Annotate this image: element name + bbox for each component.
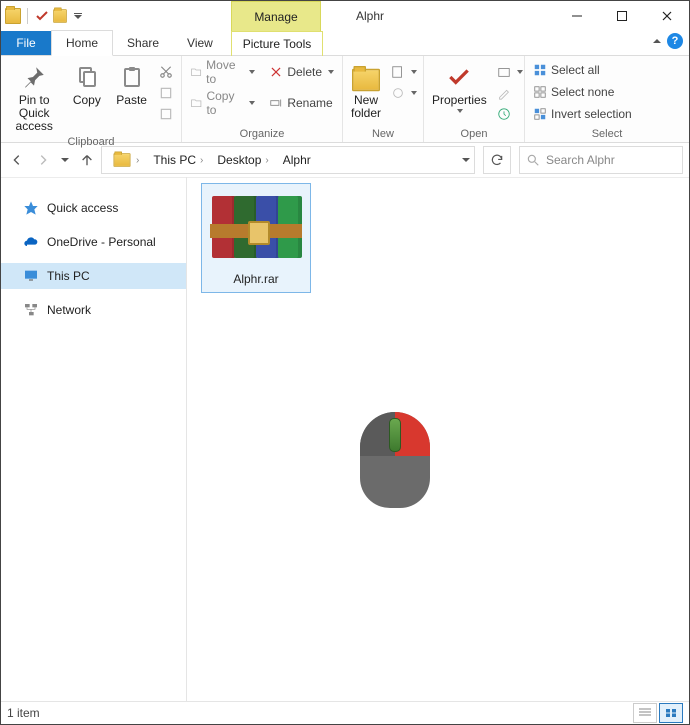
- moveto-icon: [190, 65, 202, 79]
- qat-customize-dropdown[interactable]: [70, 8, 86, 24]
- newitem-icon: [391, 65, 405, 79]
- history-button[interactable]: [495, 104, 525, 124]
- file-name-label: Alphr.rar: [206, 272, 306, 286]
- status-bar: 1 item: [1, 701, 689, 724]
- details-view-button[interactable]: [633, 703, 657, 723]
- group-label-organize: Organize: [182, 128, 342, 142]
- copy-button[interactable]: Copy: [67, 60, 106, 109]
- forward-button[interactable]: [33, 150, 53, 170]
- view-tab[interactable]: View: [173, 31, 227, 55]
- ribbon-tabstrip: File Home Share View Picture Tools ?: [1, 31, 689, 56]
- copyto-icon: [190, 96, 202, 110]
- copy-icon: [72, 62, 102, 92]
- refresh-button[interactable]: [483, 146, 511, 174]
- open-icon: [497, 65, 511, 79]
- move-to-button[interactable]: Move to: [188, 62, 257, 82]
- copy-to-button[interactable]: Copy to: [188, 93, 257, 113]
- star-icon: [23, 200, 39, 216]
- minimize-button[interactable]: [554, 1, 599, 31]
- nav-this-pc[interactable]: This PC: [1, 263, 186, 289]
- file-item-alphr-rar[interactable]: Alphr.rar: [201, 183, 311, 293]
- file-tab[interactable]: File: [1, 31, 51, 55]
- selectnone-icon: [533, 85, 547, 99]
- select-all-button[interactable]: Select all: [531, 60, 602, 80]
- qat-new-folder-icon[interactable]: [52, 8, 68, 24]
- new-folder-button[interactable]: New folder: [349, 60, 383, 122]
- edit-icon: [497, 86, 511, 100]
- collapse-ribbon-button[interactable]: [653, 39, 661, 43]
- properties-icon: [444, 62, 474, 92]
- group-label-open: Open: [424, 128, 524, 142]
- monitor-icon: [23, 268, 39, 284]
- cloud-icon: [23, 234, 39, 250]
- breadcrumb-thispc[interactable]: This PC›: [147, 147, 211, 173]
- navigation-bar: › This PC› Desktop› Alphr Search Alphr: [1, 143, 689, 178]
- navigation-pane: Quick access OneDrive - Personal This PC…: [1, 177, 187, 702]
- easyaccess-icon: [391, 86, 405, 100]
- share-tab[interactable]: Share: [113, 31, 173, 55]
- edit-button[interactable]: [495, 83, 525, 103]
- help-button[interactable]: ?: [667, 33, 683, 49]
- breadcrumb-alphr[interactable]: Alphr: [277, 147, 317, 173]
- delete-icon: [269, 65, 283, 79]
- network-icon: [23, 302, 39, 318]
- invert-icon: [533, 107, 547, 121]
- group-label-new: New: [343, 128, 423, 142]
- invert-selection-button[interactable]: Invert selection: [531, 104, 634, 124]
- back-button[interactable]: [7, 150, 27, 170]
- shortcut-icon: [159, 107, 173, 121]
- new-item-button[interactable]: [389, 62, 419, 82]
- rename-button[interactable]: Rename: [267, 93, 336, 113]
- pin-to-quick-access-button[interactable]: Pin to Quick access: [7, 60, 61, 136]
- delete-button[interactable]: Delete: [267, 62, 336, 82]
- rename-icon: [269, 96, 283, 110]
- pin-icon: [19, 62, 49, 92]
- selectall-icon: [533, 63, 547, 77]
- new-folder-icon: [351, 62, 381, 92]
- quick-access-toolbar: [1, 8, 86, 24]
- easy-access-button[interactable]: [389, 83, 419, 103]
- nav-network[interactable]: Network: [1, 297, 186, 323]
- copypath-icon: [159, 86, 173, 100]
- address-bar[interactable]: › This PC› Desktop› Alphr: [101, 146, 475, 174]
- contextual-tab-group-label: Manage: [254, 10, 297, 24]
- breadcrumb-root-icon[interactable]: ›: [106, 147, 147, 173]
- scissors-icon: [159, 65, 173, 79]
- properties-button[interactable]: Properties: [430, 60, 489, 115]
- recent-locations-button[interactable]: [59, 150, 71, 170]
- status-item-count: 1 item: [7, 706, 40, 720]
- app-folder-icon[interactable]: [5, 8, 21, 24]
- large-icons-view-button[interactable]: [659, 703, 683, 723]
- history-icon: [497, 107, 511, 121]
- content-area[interactable]: Alphr.rar: [187, 177, 689, 702]
- mouse-cursor-overlay: [360, 412, 430, 508]
- nav-quick-access[interactable]: Quick access: [1, 195, 186, 221]
- window-title: Alphr: [356, 1, 384, 31]
- close-button[interactable]: [644, 1, 689, 31]
- breadcrumb-desktop[interactable]: Desktop›: [211, 147, 276, 173]
- picture-tools-tab[interactable]: Picture Tools: [231, 31, 323, 56]
- rar-archive-icon: [210, 188, 302, 268]
- search-input[interactable]: Search Alphr: [519, 146, 683, 174]
- paste-button[interactable]: Paste: [112, 60, 151, 109]
- ribbon: Pin to Quick access Copy Paste Clipboard: [1, 56, 689, 143]
- nav-onedrive[interactable]: OneDrive - Personal: [1, 229, 186, 255]
- search-icon: [526, 153, 540, 167]
- address-history-button[interactable]: [462, 158, 470, 162]
- select-none-button[interactable]: Select none: [531, 82, 616, 102]
- paste-icon: [117, 62, 147, 92]
- group-label-select: Select: [525, 128, 689, 142]
- maximize-button[interactable]: [599, 1, 644, 31]
- home-tab[interactable]: Home: [51, 30, 113, 56]
- up-button[interactable]: [77, 150, 97, 170]
- search-placeholder: Search Alphr: [546, 153, 615, 167]
- paste-shortcut-button[interactable]: [157, 104, 175, 124]
- titlebar: Manage Alphr: [1, 1, 689, 31]
- open-button[interactable]: [495, 62, 525, 82]
- cut-button[interactable]: [157, 62, 175, 82]
- copy-path-button[interactable]: [157, 83, 175, 103]
- qat-properties-icon[interactable]: [34, 8, 50, 24]
- contextual-tab-group: Manage: [231, 1, 321, 31]
